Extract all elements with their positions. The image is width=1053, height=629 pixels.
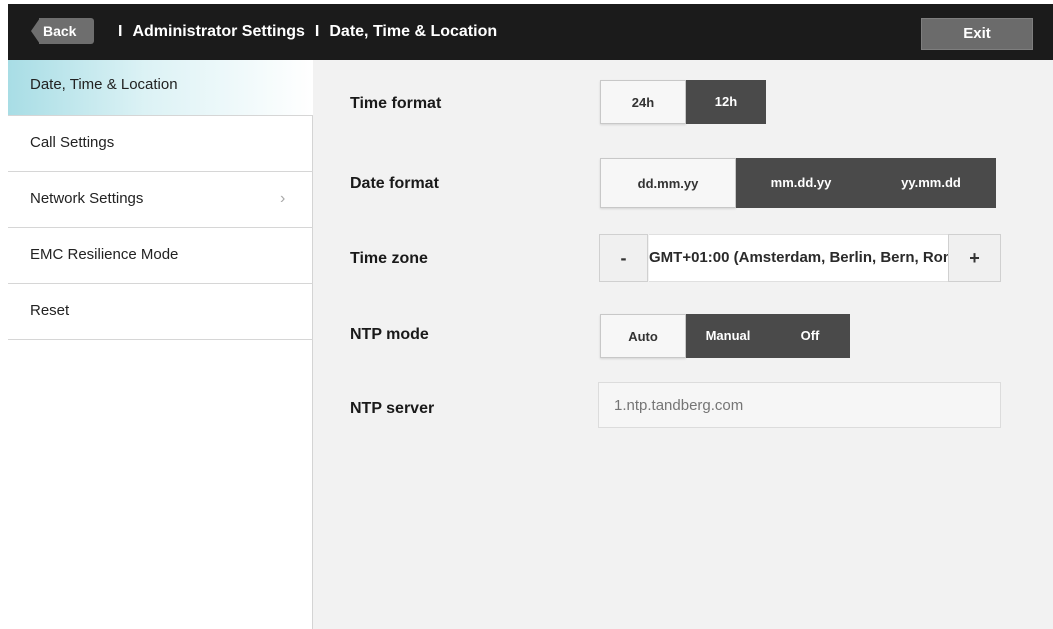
time-format-option-12h[interactable]: 12h xyxy=(686,80,766,124)
sidebar-item-label: Date, Time & Location xyxy=(30,76,178,93)
ntp-server-label: NTP server xyxy=(350,400,435,417)
date-format-option-dd-mm-yy[interactable]: dd.mm.yy xyxy=(600,158,736,208)
date-format-option-mm-dd-yy[interactable]: mm.dd.yy xyxy=(736,158,866,208)
sidebar-item-emc-resilience-mode[interactable]: EMC Resilience Mode xyxy=(8,228,313,284)
time-format-label: Time format xyxy=(350,95,442,112)
app-frame: Back I Administrator Settings I Date, Time … xyxy=(8,4,1053,629)
back-button-label: Back xyxy=(43,23,77,39)
top-bar: Back I Administrator Settings I Date, Time … xyxy=(8,4,1053,60)
breadcrumb-separator: I xyxy=(118,23,123,40)
time-zone-label: Time zone xyxy=(350,250,428,267)
sidebar-item-call-settings[interactable]: Call Settings xyxy=(8,116,313,172)
back-button[interactable]: Back xyxy=(31,18,94,44)
sidebar-item-label: EMC Resilience Mode xyxy=(30,246,179,263)
ntp-mode-option-off[interactable]: Off xyxy=(770,314,850,358)
ntp-mode-option-manual[interactable]: Manual xyxy=(686,314,770,358)
sidebar-item-label: Reset xyxy=(30,302,70,319)
sidebar: Date, Time & Location Call Settings Netw… xyxy=(8,60,313,629)
date-format-option-yy-mm-dd[interactable]: yy.mm.dd xyxy=(866,158,996,208)
time-zone-value: GMT+01:00 (Amsterdam, Berlin, Bern, Rome… xyxy=(649,234,948,282)
chevron-right-icon: › xyxy=(280,190,286,207)
sidebar-item-network-settings[interactable]: Network Settings › xyxy=(8,172,313,228)
ntp-mode-option-auto[interactable]: Auto xyxy=(600,314,686,358)
sidebar-item-reset[interactable]: Reset xyxy=(8,284,313,340)
breadcrumb: I Administrator Settings I Date, Time & Loc… xyxy=(108,4,497,60)
sidebar-item-date-time-location[interactable]: Date, Time & Location xyxy=(8,60,313,116)
date-format-label: Date format xyxy=(350,175,439,192)
exit-button[interactable]: Exit xyxy=(921,18,1033,50)
time-zone-stepper: - GMT+01:00 (Amsterdam, Berlin, Bern, Ro… xyxy=(599,234,1001,282)
ntp-server-input[interactable] xyxy=(598,382,1001,428)
time-zone-increment-button[interactable]: + xyxy=(948,234,1001,282)
breadcrumb-separator: I xyxy=(314,23,320,40)
time-format-segmented-control: 24h 12h xyxy=(600,80,766,124)
sidebar-item-label: Network Settings xyxy=(30,190,144,207)
time-format-option-24h[interactable]: 24h xyxy=(600,80,686,124)
ntp-mode-label: NTP mode xyxy=(350,326,429,343)
breadcrumb-current-page: Date, Time & Location xyxy=(329,23,498,40)
date-format-segmented-control: dd.mm.yy mm.dd.yy yy.mm.dd xyxy=(600,158,996,208)
ntp-mode-segmented-control: Auto Manual Off xyxy=(600,314,850,358)
time-zone-decrement-button[interactable]: - xyxy=(599,234,648,282)
sidebar-item-label: Call Settings xyxy=(30,134,115,151)
breadcrumb-administrator-settings[interactable]: Administrator Settings xyxy=(132,23,304,40)
